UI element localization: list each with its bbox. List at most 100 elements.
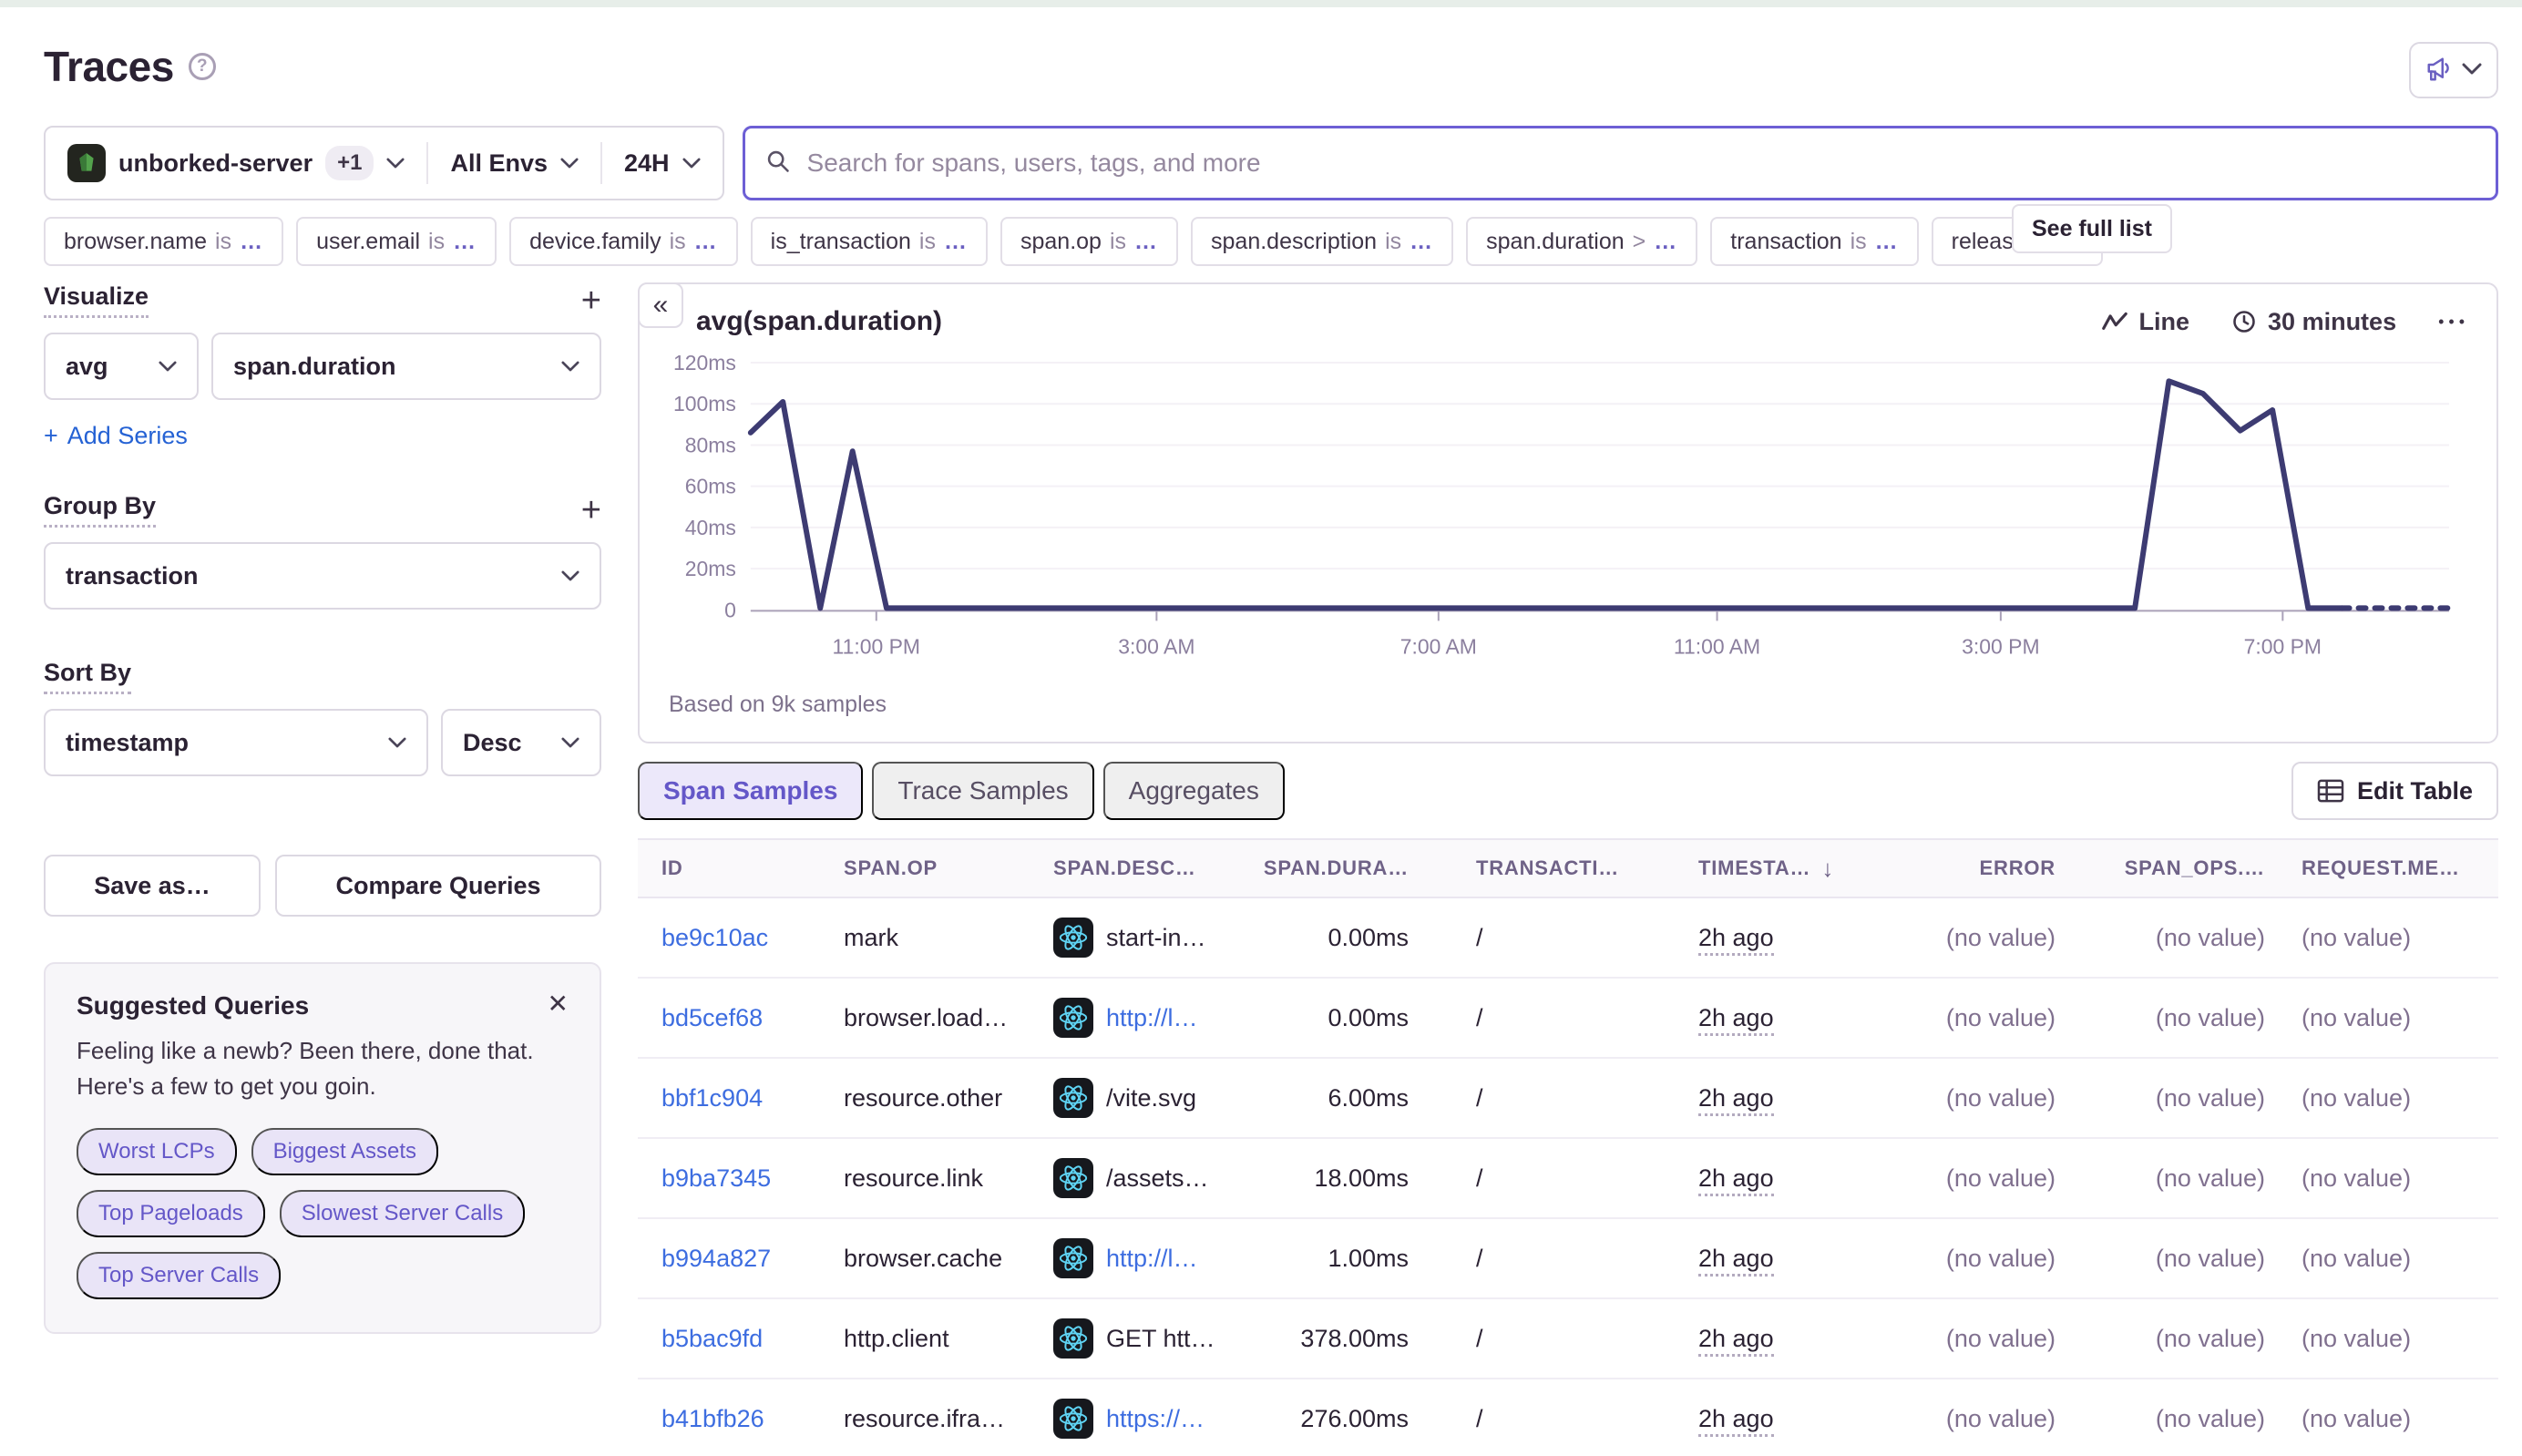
col-header-span-duration[interactable]: SPAN.DURA…: [1263, 856, 1409, 880]
timestamp-cell[interactable]: 2h ago: [1698, 1244, 1774, 1277]
suggested-query-chip[interactable]: Slowest Server Calls: [279, 1190, 526, 1237]
environment-label: All Envs: [450, 149, 548, 177]
search-input[interactable]: [805, 148, 2476, 179]
suggested-query-chip[interactable]: Top Server Calls: [77, 1252, 282, 1299]
error-cell: (no value): [1945, 1244, 2056, 1272]
filter-operator: is: [1109, 228, 1127, 254]
filter-key-chip[interactable]: span.op is …: [1000, 217, 1179, 266]
svg-text:40ms: 40ms: [685, 516, 736, 539]
add-series-button[interactable]: + Add Series: [44, 422, 601, 450]
help-icon[interactable]: ?: [188, 53, 216, 80]
results-tab[interactable]: Aggregates: [1102, 762, 1285, 821]
chart-interval-selector[interactable]: 30 minutes: [2231, 308, 2396, 336]
span-description-text[interactable]: http://l…: [1106, 1004, 1198, 1032]
sort-field-dropdown[interactable]: timestamp: [44, 709, 428, 776]
span-description-text[interactable]: /assets…: [1106, 1164, 1209, 1193]
suggested-query-chip[interactable]: Biggest Assets: [251, 1128, 439, 1175]
filter-key-chip[interactable]: span.duration > …: [1466, 217, 1698, 266]
col-header-span-ops[interactable]: SPAN_OPS.…: [2056, 856, 2265, 880]
filter-key-chip[interactable]: span.description is …: [1191, 217, 1454, 266]
feedback-button[interactable]: [2409, 42, 2498, 98]
traces-page: Traces ? unborked-server +1 All Envs 24H…: [0, 42, 2522, 1456]
aggregate-dropdown[interactable]: avg: [44, 333, 199, 400]
project-more-count: +1: [325, 146, 374, 180]
filter-key-chip[interactable]: transaction is …: [1710, 217, 1919, 266]
chart-overflow-menu[interactable]: •••: [2438, 313, 2469, 332]
chevron-down-icon: [561, 737, 579, 748]
timestamp-cell[interactable]: 2h ago: [1698, 923, 1774, 956]
time-range-selector[interactable]: 24H: [602, 128, 723, 199]
filter-key-chip[interactable]: user.email is …: [296, 217, 497, 266]
timestamp-cell[interactable]: 2h ago: [1698, 1404, 1774, 1437]
span-id-link[interactable]: bd5cef68: [661, 1004, 763, 1031]
span-description-cell: /vite.svg: [1053, 1078, 1263, 1119]
svg-text:11:00 PM: 11:00 PM: [833, 634, 920, 658]
filter-value-placeholder: …: [240, 228, 264, 254]
filter-value-placeholder: …: [693, 228, 718, 254]
filter-key: span.description: [1211, 228, 1378, 254]
chevron-down-icon: [682, 158, 701, 169]
react-project-icon: [1053, 1078, 1093, 1119]
chevron-down-icon: [386, 158, 405, 169]
field-dropdown[interactable]: span.duration: [211, 333, 601, 400]
project-icon: [67, 144, 106, 182]
span-description-text[interactable]: /vite.svg: [1106, 1084, 1196, 1113]
col-header-transaction[interactable]: TRANSACTI…: [1409, 856, 1636, 880]
page-header: Traces ?: [44, 42, 2498, 98]
top-accent-strip: [0, 0, 2522, 7]
megaphone-icon: [2425, 56, 2453, 85]
timestamp-cell[interactable]: 2h ago: [1698, 1164, 1774, 1196]
timestamp-cell[interactable]: 2h ago: [1698, 1083, 1774, 1116]
compare-queries-button[interactable]: Compare Queries: [275, 855, 601, 917]
environment-selector[interactable]: All Envs: [428, 128, 600, 199]
span-description-text[interactable]: https://…: [1106, 1405, 1205, 1433]
add-visualize-icon[interactable]: +: [581, 283, 601, 318]
col-header-timestamp[interactable]: TIMESTA… ↓: [1636, 855, 1855, 883]
chart-type-toggle[interactable]: Line: [2101, 308, 2189, 336]
col-header-id[interactable]: ID: [661, 856, 844, 880]
suggested-query-chip[interactable]: Top Pageloads: [77, 1190, 265, 1237]
request-method-cell: (no value): [2302, 1164, 2412, 1192]
span-ops-cell: (no value): [2155, 1324, 2265, 1352]
timestamp-cell[interactable]: 2h ago: [1698, 1324, 1774, 1357]
span-id-link[interactable]: be9c10ac: [661, 924, 768, 951]
filter-key-chip[interactable]: is_transaction is …: [750, 217, 988, 266]
timestamp-cell[interactable]: 2h ago: [1698, 1003, 1774, 1036]
project-selector[interactable]: unborked-server +1: [46, 128, 426, 199]
add-group-by-icon[interactable]: +: [581, 493, 601, 528]
results-tab[interactable]: Trace Samples: [872, 762, 1094, 821]
close-icon[interactable]: ✕: [548, 991, 569, 1017]
span-id-link[interactable]: b9ba7345: [661, 1164, 771, 1192]
span-description-text[interactable]: start-in…: [1106, 924, 1206, 952]
filter-key-chip[interactable]: device.family is …: [509, 217, 738, 266]
table-row: bd5cef68 browser.load… http://l… 0.00ms …: [638, 979, 2498, 1060]
results-tab[interactable]: Span Samples: [638, 762, 864, 821]
span-id-link[interactable]: bbf1c904: [661, 1084, 763, 1112]
col-header-request-method[interactable]: REQUEST.ME…: [2265, 856, 2475, 880]
suggested-query-chip[interactable]: Worst LCPs: [77, 1128, 237, 1175]
collapse-sidebar-button[interactable]: «: [638, 282, 683, 328]
col-header-span-op[interactable]: SPAN.OP: [844, 856, 1053, 880]
filter-key: span.duration: [1486, 228, 1625, 254]
save-as-button[interactable]: Save as…: [44, 855, 261, 917]
span-description-cell: start-in…: [1053, 918, 1263, 959]
span-description-text[interactable]: GET htt…: [1106, 1325, 1215, 1353]
span-id-link[interactable]: b994a827: [661, 1245, 771, 1272]
add-series-label: Add Series: [67, 422, 188, 449]
col-header-span-description[interactable]: SPAN.DESC…: [1053, 856, 1263, 880]
span-description-text[interactable]: http://l…: [1106, 1245, 1198, 1273]
span-id-link[interactable]: b5bac9fd: [661, 1325, 763, 1352]
span-id-link[interactable]: b41bfb26: [661, 1405, 764, 1432]
sort-direction-dropdown[interactable]: Desc: [441, 709, 601, 776]
aggregate-value: avg: [66, 352, 108, 380]
edit-table-button[interactable]: Edit Table: [2291, 762, 2498, 821]
filter-key-chip[interactable]: browser.name is …: [44, 217, 284, 266]
filter-operator: is: [215, 228, 232, 254]
results-tabs: Span Samples Trace Samples Aggregates: [638, 762, 1285, 821]
group-by-dropdown[interactable]: transaction: [44, 542, 601, 610]
filter-operator: >: [1632, 228, 1646, 254]
col-header-error[interactable]: ERROR: [1855, 856, 2056, 880]
span-op-cell: resource.other: [844, 1083, 1003, 1112]
filter-operator: is: [1385, 228, 1402, 254]
see-full-list-button[interactable]: See full list: [2012, 204, 2172, 253]
